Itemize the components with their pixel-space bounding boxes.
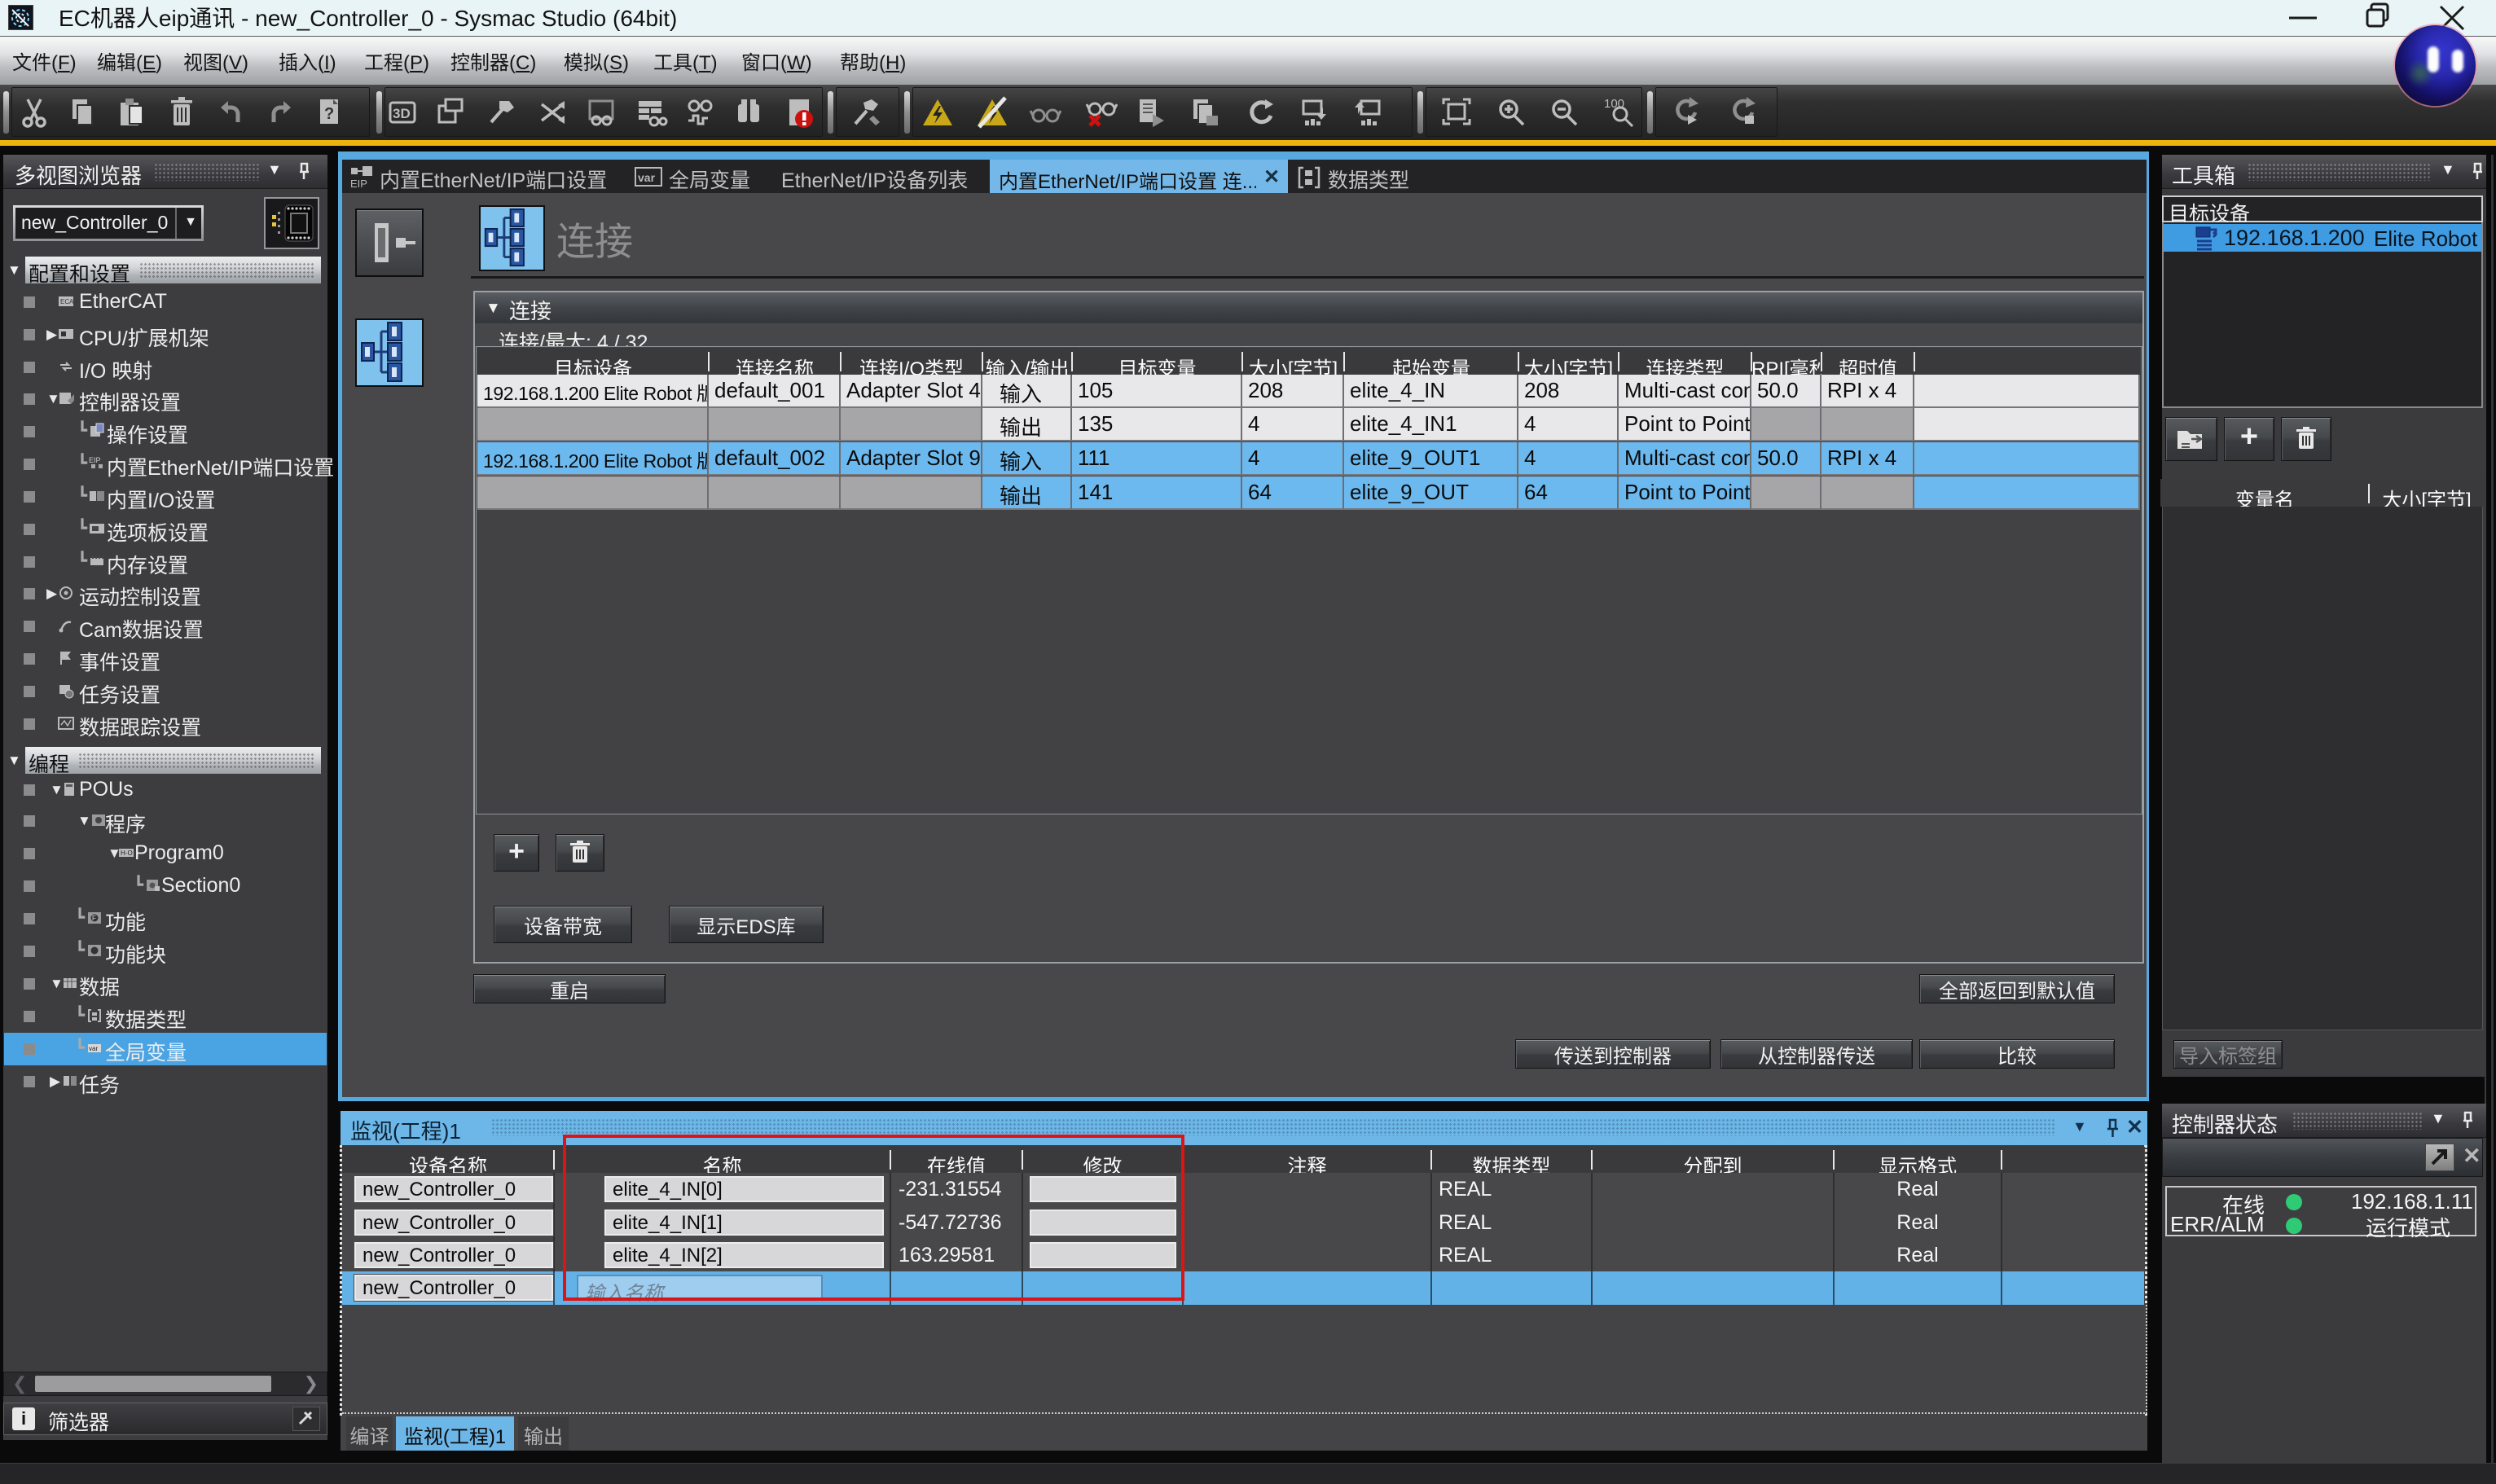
- svg-text:EIP: EIP: [350, 178, 367, 190]
- svg-text:3D: 3D: [393, 106, 411, 121]
- svg-text:F: F: [92, 915, 96, 922]
- svg-text:var: var: [638, 171, 656, 184]
- svg-text:var: var: [89, 1045, 98, 1052]
- svg-text:H-O: H-O: [121, 850, 133, 857]
- svg-text:ECAT: ECAT: [60, 298, 74, 305]
- svg-text:EIP: EIP: [89, 456, 101, 464]
- svg-text:?: ?: [324, 105, 334, 123]
